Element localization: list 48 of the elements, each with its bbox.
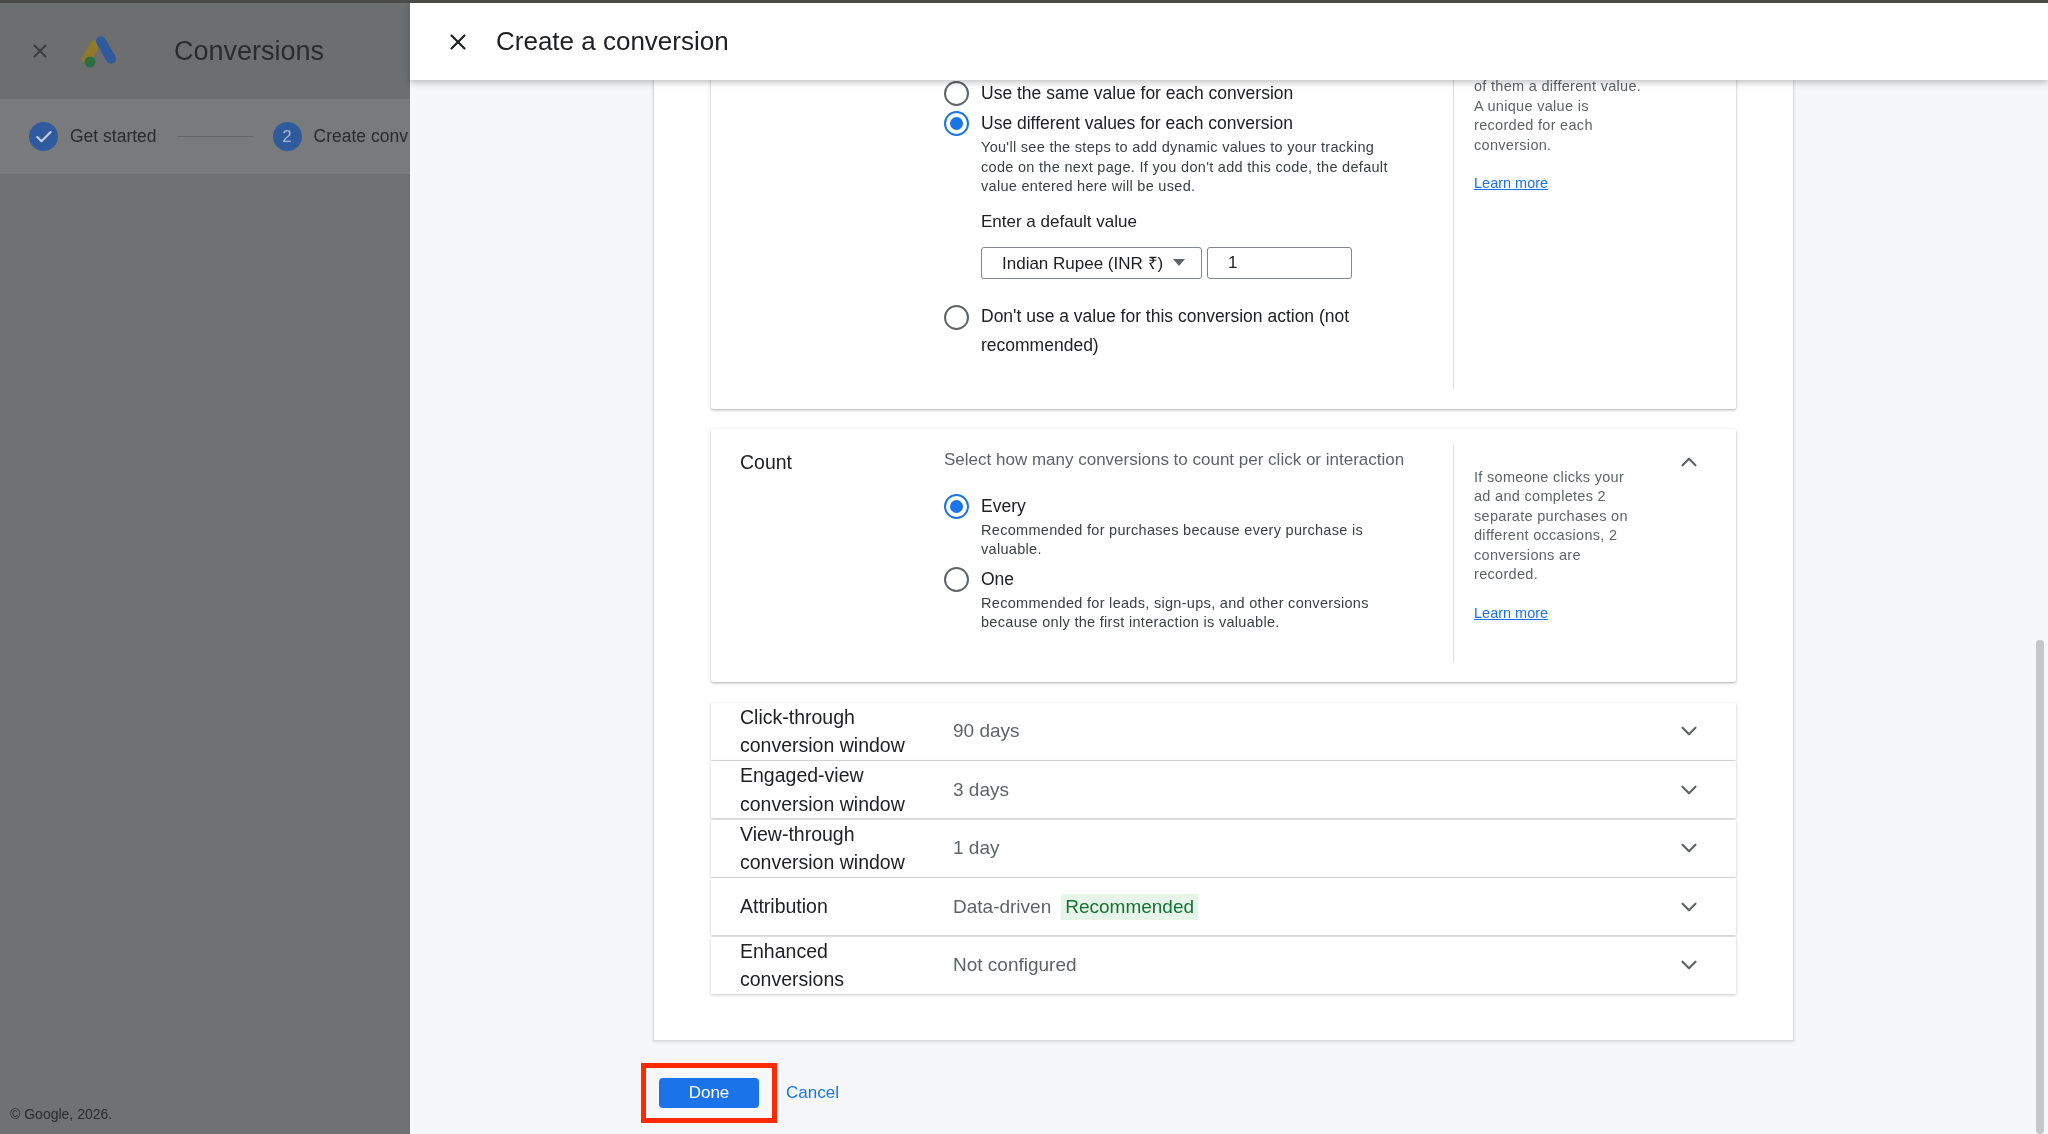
scrollbar-thumb[interactable] <box>2036 640 2044 1134</box>
step-number: 2 <box>272 122 302 151</box>
step-label: Get started <box>70 126 157 147</box>
help-text: If someone clicks your ad and completes 2 separate purchases on different occasions, 2 conversions are recorded. <box>1474 467 1629 584</box>
radio-button[interactable] <box>944 493 969 519</box>
setting-value: Not configured <box>953 954 1077 976</box>
learn-more-link[interactable]: Learn more <box>1474 175 1549 191</box>
setting-row[interactable]: Click-through conversion window 90 days <box>711 702 1736 760</box>
setting-label: View-through conversion window <box>740 821 906 875</box>
radio-button[interactable] <box>944 566 969 592</box>
recommended-badge: Recommended <box>1061 893 1199 920</box>
section-prompt: Select how many conversions to count per click or interaction <box>944 448 1406 471</box>
setting-label: Enhanced conversions <box>740 938 846 992</box>
option-label: Every <box>981 494 1026 518</box>
cancel-button[interactable]: Cancel <box>786 1078 839 1107</box>
dropdown-caret-icon <box>1173 259 1186 266</box>
setting-row[interactable]: Enhanced conversions Not configured <box>711 936 1736 994</box>
section-title: Count <box>740 449 794 474</box>
setting-label: Engaged-view conversion window <box>740 763 906 817</box>
step-label: Create conv <box>313 126 408 147</box>
field-label: Enter a default value <box>981 210 1137 233</box>
done-button[interactable]: Done <box>659 1077 759 1108</box>
setting-label: Attribution <box>740 894 829 920</box>
radio-button[interactable] <box>944 81 969 106</box>
page-title: Conversions <box>174 35 325 67</box>
setting-value: 90 days <box>953 720 1020 742</box>
radio-button[interactable] <box>944 111 969 136</box>
option-description: You'll see the steps to add dynamic values to your tracking code on the next page. If you don't add this code, the default value entered here will be used. <box>981 138 1389 196</box>
setting-row[interactable]: Engaged-view conversion window 3 days <box>711 761 1736 818</box>
currency-dropdown[interactable]: Indian Rupee (INR ₹) <box>981 246 1202 279</box>
learn-more-link[interactable]: Learn more <box>1474 604 1549 621</box>
option-label: Don't use a value for this conversion action (not recommended) <box>981 304 1351 357</box>
radio-button[interactable] <box>944 304 969 330</box>
option-description: Recommended for leads, sign-ups, and other conversions because only the first interaction is valuable. <box>981 593 1370 632</box>
value-input[interactable]: 1 <box>1207 246 1352 279</box>
panel-title: Create a conversion <box>496 26 729 57</box>
help-text: of them a different value. A unique value is recorded for each conversion. <box>1474 80 1643 155</box>
setting-value: Data-driven <box>953 895 1052 918</box>
setting-row[interactable]: Attribution Data-driven Recommended <box>711 878 1736 935</box>
setting-value: 1 day <box>953 837 1000 859</box>
option-label: One <box>981 567 1015 591</box>
setting-value: 3 days <box>953 778 1009 801</box>
option-description: Recommended for purchases because every purchase is valuable. <box>981 520 1365 559</box>
setting-row[interactable]: View-through conversion window 1 day <box>711 819 1736 877</box>
option-label: Use different values for each conversion <box>981 112 1293 135</box>
setting-label: Click-through conversion window <box>740 704 906 758</box>
option-label: Use the same value for each conversion <box>981 82 1294 105</box>
copyright-text: © Google, 2026. <box>10 1106 113 1122</box>
